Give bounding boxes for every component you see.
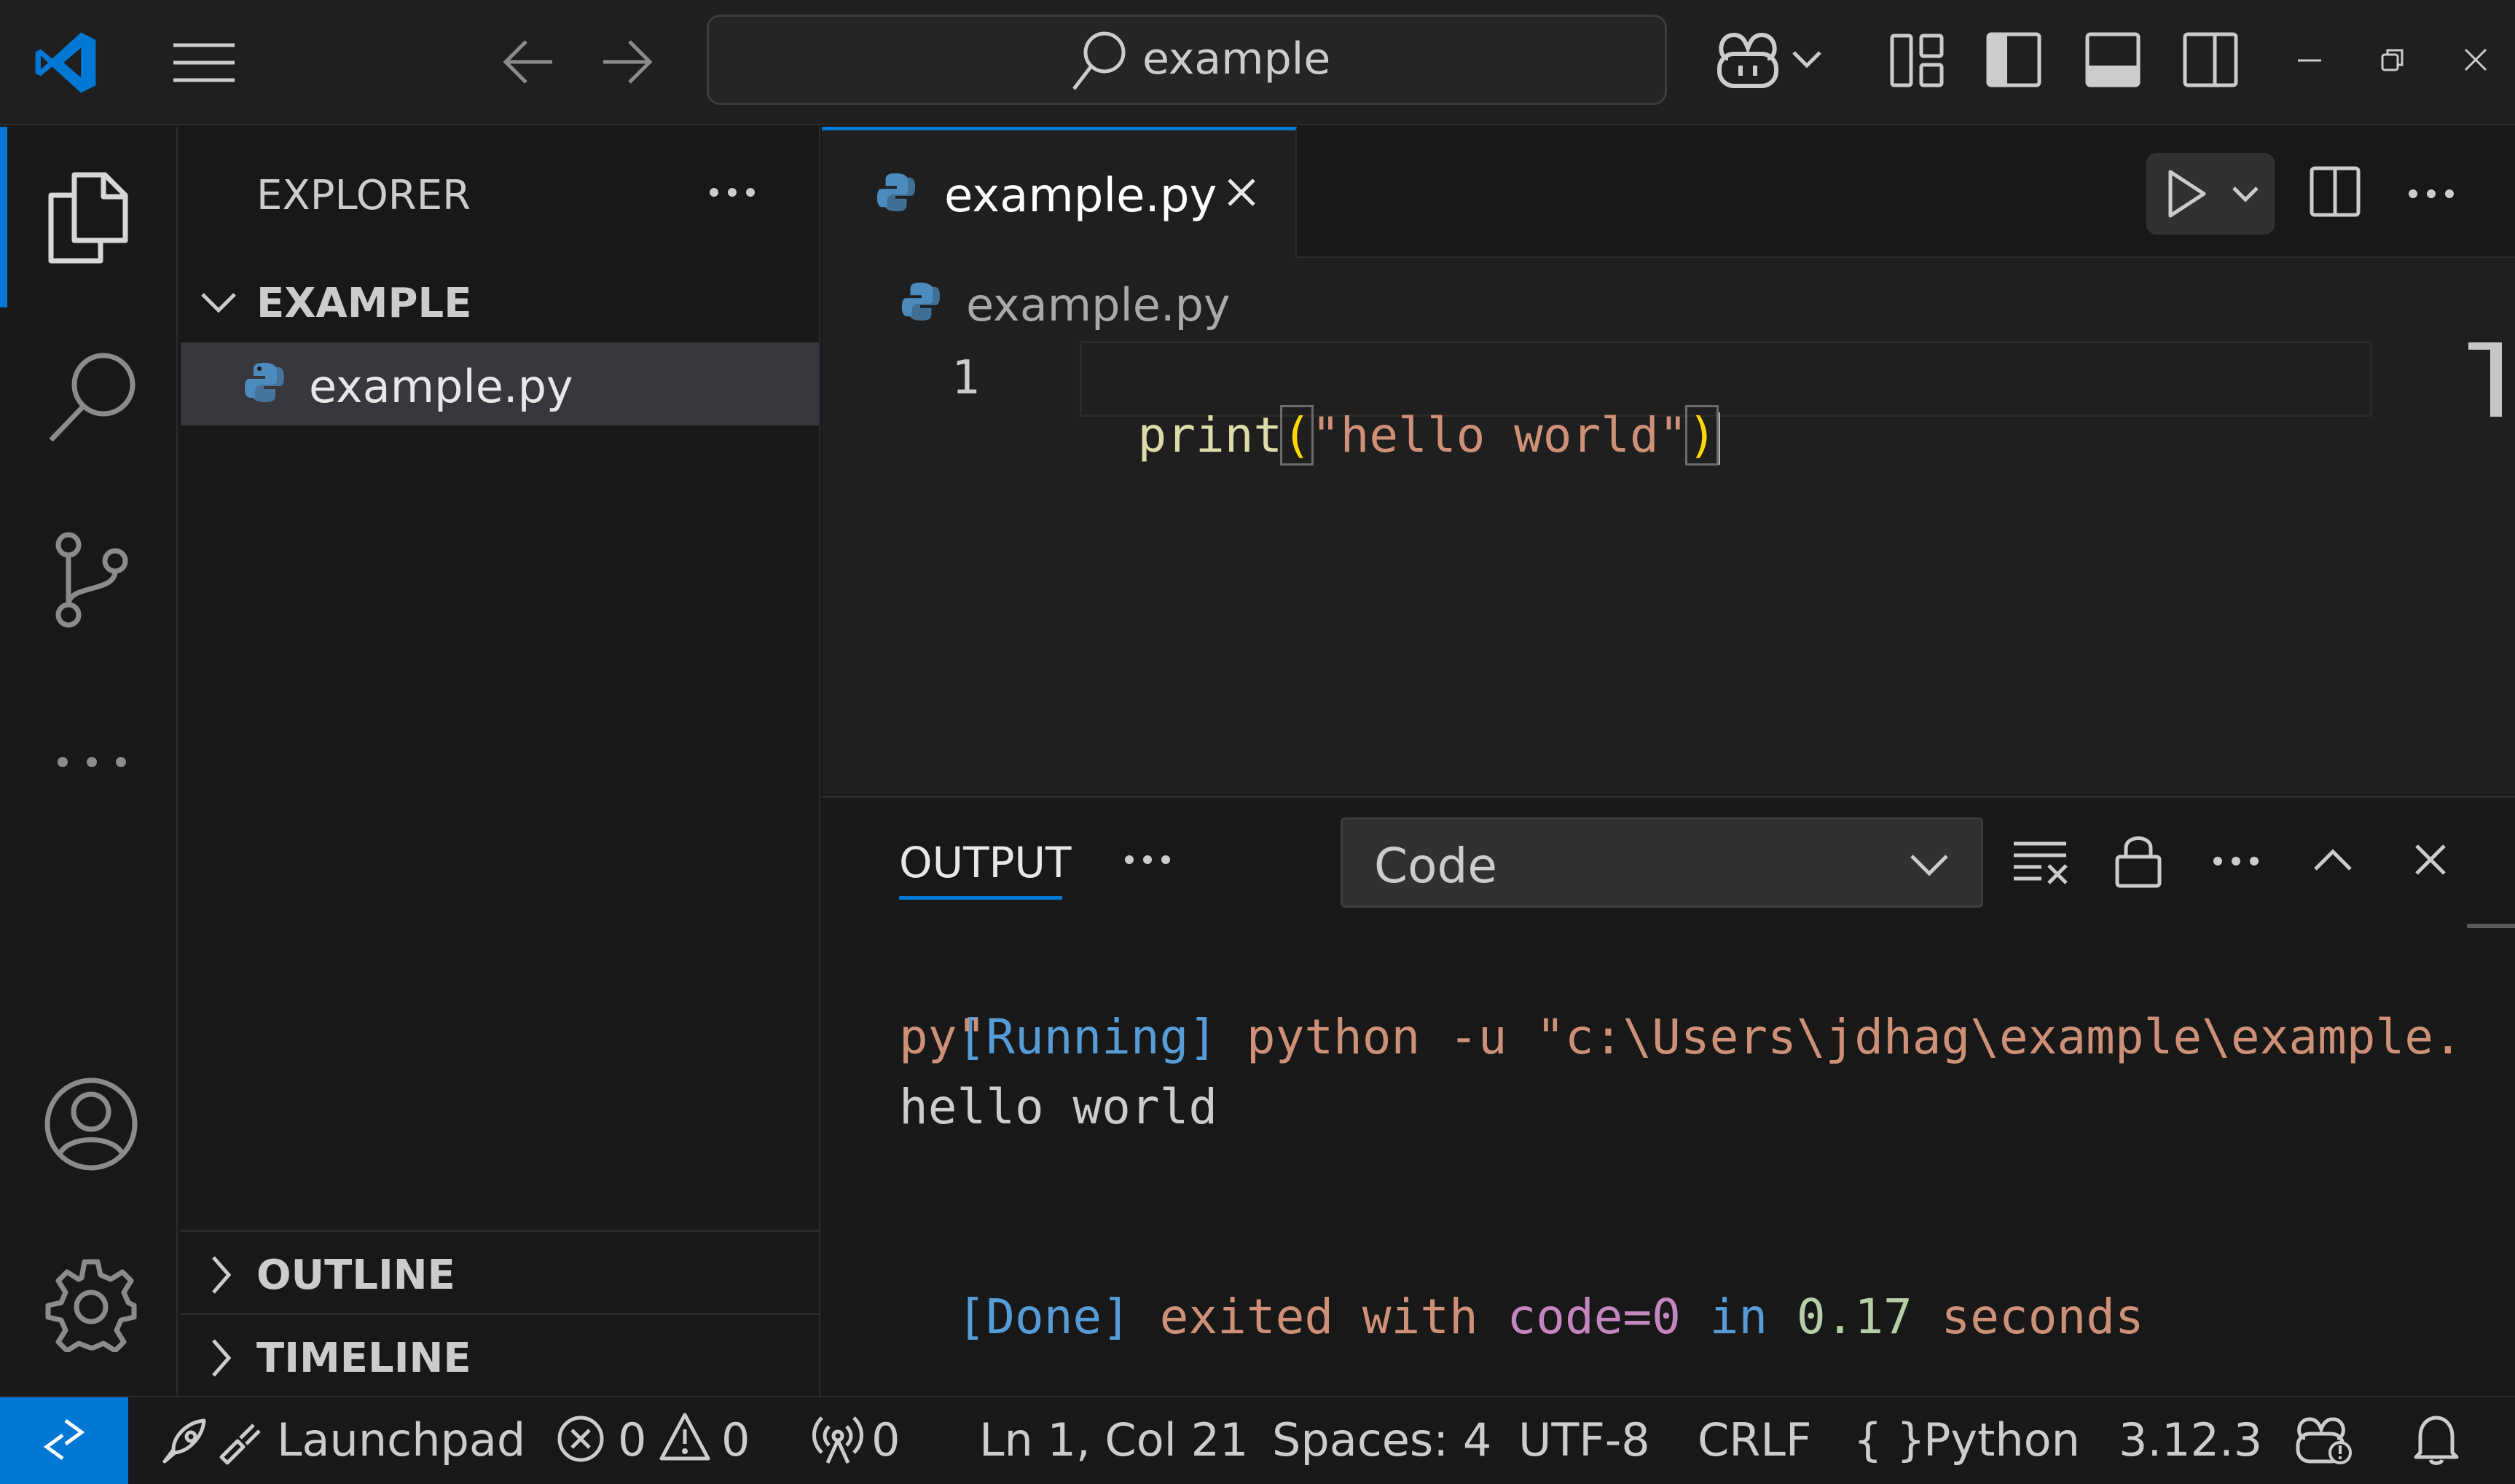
remote-icon	[44, 1418, 85, 1461]
encoding[interactable]: UTF-8	[1518, 1413, 1650, 1467]
accounts-icon[interactable]	[44, 1077, 138, 1171]
explorer-icon[interactable]	[45, 170, 130, 265]
output-text: exited with	[1130, 1289, 1507, 1345]
ports-broadcast-icon	[810, 1412, 866, 1464]
launchpad-item[interactable]: Launchpad	[277, 1413, 525, 1467]
chevron-down-icon	[1909, 852, 1950, 877]
output-line-result: hello world	[899, 1079, 1218, 1135]
code-bracket: )	[1685, 405, 1719, 466]
python-file-icon	[243, 361, 286, 404]
output-tag: [Running]	[957, 1009, 1218, 1065]
text-cursor	[1716, 412, 1721, 465]
manage-gear-icon[interactable]	[44, 1257, 138, 1352]
indentation[interactable]: Spaces: 4	[1272, 1413, 1491, 1467]
toggle-panel-icon[interactable]	[2085, 32, 2141, 87]
output-text: seconds	[1912, 1289, 2144, 1345]
code-string: "hello world"	[1311, 407, 1688, 463]
copilot-icon[interactable]	[1714, 29, 1782, 90]
more-actions-icon[interactable]	[2212, 855, 2260, 867]
search-text: example	[1142, 34, 1331, 85]
active-indicator	[0, 127, 7, 307]
section-divider	[181, 1313, 819, 1315]
close-tab-icon[interactable]	[1227, 178, 1256, 207]
notifications-bell-icon[interactable]	[2413, 1413, 2460, 1466]
rocket-icon	[159, 1418, 262, 1467]
output-line-running: [Running] python -u "c:\Users\jdhag\exam…	[899, 933, 2463, 1072]
minimize-icon[interactable]	[2298, 58, 2321, 63]
section-divider	[181, 1230, 819, 1232]
chevron-down-icon[interactable]	[2231, 185, 2260, 204]
more-actions-icon[interactable]	[1123, 854, 1172, 865]
output-command: python -u "c:\Users\jdhag\example\exampl…	[1217, 1009, 2463, 1065]
lock-icon[interactable]	[2114, 832, 2162, 889]
close-panel-icon[interactable]	[2414, 844, 2447, 876]
error-count[interactable]: 0	[618, 1413, 646, 1467]
output-tag: [Done]	[957, 1289, 1131, 1345]
output-channel-value: Code	[1374, 838, 1497, 894]
language-mode[interactable]: Python	[1923, 1413, 2080, 1467]
maximize-panel-icon[interactable]	[2312, 848, 2353, 873]
restore-icon[interactable]	[2381, 48, 2404, 71]
language-braces-icon: { }	[1853, 1413, 1926, 1467]
output-line-done: [Done] exited with code=0 in 0.17 second…	[899, 1212, 2144, 1352]
outline-section[interactable]: OUTLINE	[256, 1252, 455, 1299]
search-icon	[1071, 29, 1128, 92]
tab-output[interactable]: OUTPUT	[899, 838, 1071, 887]
output-duration: 0.17	[1796, 1289, 1912, 1345]
tab-label: example.py	[944, 169, 1217, 223]
minimap-slider[interactable]	[2468, 342, 2502, 417]
python-interpreter[interactable]: 3.12.3	[2119, 1413, 2262, 1467]
active-tab-underline	[899, 896, 1062, 900]
error-icon	[557, 1415, 605, 1463]
sidebar-title: EXPLORER	[256, 172, 471, 219]
forward-arrow-icon[interactable]	[602, 38, 653, 86]
chevron-down-icon[interactable]	[200, 290, 238, 315]
customize-layout-icon[interactable]	[1890, 34, 1944, 87]
end-of-line[interactable]: CRLF	[1698, 1413, 1812, 1467]
code-bracket: (	[1280, 405, 1314, 466]
code-function: print	[1137, 407, 1283, 463]
warning-count[interactable]: 0	[721, 1413, 750, 1467]
source-control-icon[interactable]	[54, 532, 130, 628]
close-icon[interactable]	[2464, 48, 2487, 71]
toggle-secondary-sidebar-icon[interactable]	[2183, 32, 2238, 87]
output-line-running-cont: py"	[899, 1009, 986, 1065]
chevron-right-icon[interactable]	[210, 1338, 232, 1378]
output-exit-code: code=0	[1507, 1289, 1681, 1345]
code-line-1[interactable]: print("hello world")	[1080, 351, 1721, 466]
breadcrumb[interactable]: example.py	[966, 278, 1231, 331]
back-arrow-icon[interactable]	[503, 38, 554, 86]
vscode-logo-icon	[32, 29, 99, 96]
split-editor-icon[interactable]	[2310, 166, 2361, 217]
more-icon[interactable]	[55, 755, 128, 769]
ports-count[interactable]: 0	[871, 1413, 900, 1467]
toggle-sidebar-icon[interactable]	[1986, 32, 2041, 87]
code-editor[interactable]	[822, 258, 2515, 794]
folder-name[interactable]: EXAMPLE	[256, 280, 471, 327]
output-text: in	[1680, 1289, 1797, 1345]
clear-output-icon[interactable]	[2012, 839, 2068, 886]
copilot-status-icon[interactable]	[2294, 1413, 2352, 1466]
menu-icon[interactable]	[172, 41, 236, 85]
warning-icon	[659, 1412, 711, 1461]
file-name: example.py	[309, 360, 573, 413]
play-icon	[2167, 169, 2208, 219]
more-actions-icon[interactable]	[708, 187, 756, 198]
timeline-section[interactable]: TIMELINE	[256, 1335, 471, 1382]
panel-scrollbar[interactable]	[2467, 924, 2515, 928]
cursor-position[interactable]: Ln 1, Col 21	[979, 1413, 1248, 1467]
chevron-down-icon[interactable]	[1791, 48, 1823, 70]
python-file-icon	[901, 281, 941, 322]
python-file-icon	[876, 172, 917, 213]
more-actions-icon[interactable]	[2407, 188, 2455, 200]
line-number: 1	[952, 351, 980, 405]
search-icon[interactable]	[47, 351, 137, 444]
chevron-right-icon[interactable]	[210, 1255, 232, 1295]
